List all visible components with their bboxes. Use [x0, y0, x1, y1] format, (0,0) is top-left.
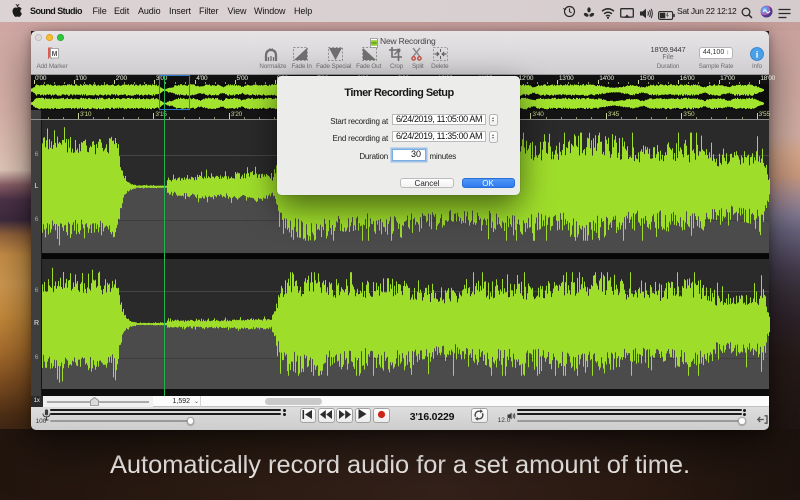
svg-text:M: M — [52, 51, 58, 58]
